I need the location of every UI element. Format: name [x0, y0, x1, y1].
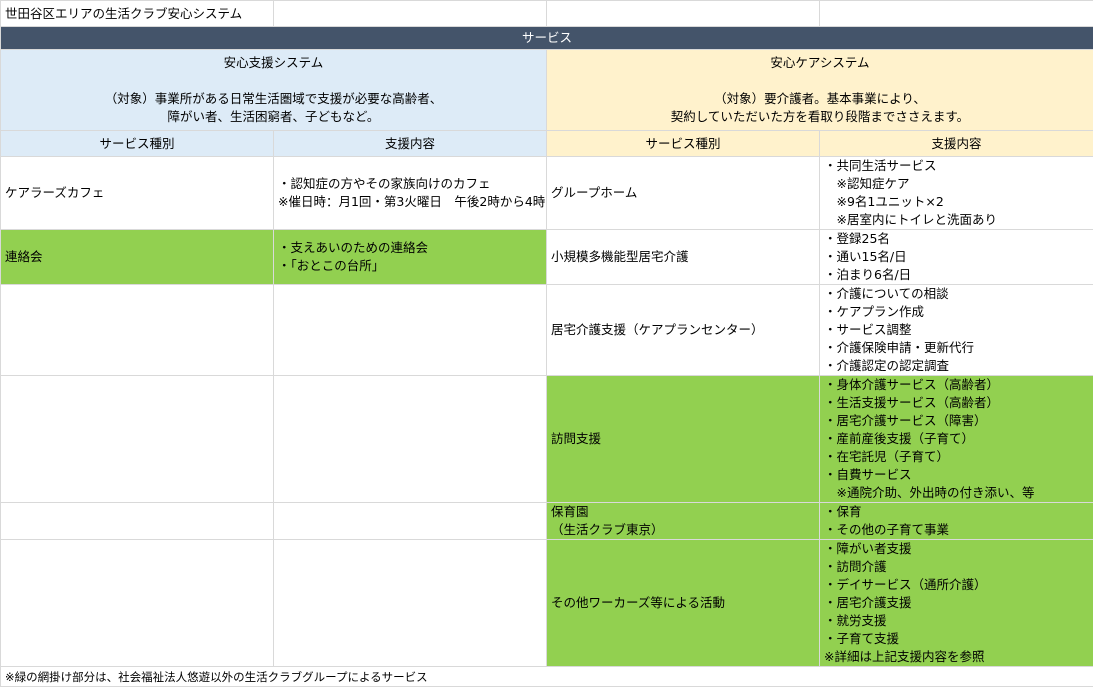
left-col-support-content[interactable]: 支援内容 [274, 131, 547, 157]
content-line: ・介護保険申請・更新代行 [824, 339, 1089, 357]
content-line: ・就労支援 [824, 612, 1089, 630]
content-line: ・居宅介護サービス（障害） [824, 412, 1089, 430]
nursery-line-2: （生活クラブ東京） [551, 521, 815, 539]
anshin-support-header[interactable]: 安心支援システム （対象）事業所がある日常生活圏域で支援が必要な高齢者、 障がい… [1, 50, 547, 131]
content-line: ・保育 [824, 503, 1089, 521]
table-row-left-type[interactable]: ケアラーズカフェ [1, 157, 274, 230]
table-row-right-content[interactable]: ・登録25名 ・通い15名/日 ・泊まり6名/日 [820, 230, 1093, 285]
empty-cell[interactable] [274, 1, 547, 27]
anshin-care-desc-1: （対象）要介護者。基本事業により、 [551, 90, 1089, 108]
empty-cell[interactable] [274, 503, 547, 540]
table-row-right-type[interactable]: その他ワーカーズ等による活動 [547, 540, 820, 667]
right-col-service-type[interactable]: サービス種別 [547, 131, 820, 157]
content-line: ・自費サービス [824, 466, 1089, 484]
empty-cell[interactable] [1, 285, 274, 376]
empty-cell[interactable] [274, 285, 547, 376]
content-line: ・その他の子育て事業 [824, 521, 1089, 539]
content-line: ・身体介護サービス（高齢者） [824, 376, 1089, 394]
empty-cell[interactable] [274, 540, 547, 667]
content-line: ・認知症の方やその家族向けのカフェ [278, 175, 542, 193]
content-line: ・産前産後支援（子育て） [824, 430, 1089, 448]
content-line: ・障がい者支援 [824, 540, 1089, 558]
content-line: ・居宅介護支援 [824, 594, 1089, 612]
content-line: ※居室内にトイレと洗面あり [824, 211, 1089, 229]
sheet-title[interactable]: 世田谷区エリアの生活クラブ安心システム [1, 1, 274, 27]
content-line: ・通い15名/日 [824, 248, 1089, 266]
services-banner[interactable]: サービス [1, 27, 1093, 50]
content-line: ・登録25名 [824, 230, 1089, 248]
empty-cell[interactable] [1, 503, 274, 540]
content-line: ※9名1ユニット×2 [824, 193, 1089, 211]
content-line: ・支えあいのための連絡会 [278, 239, 542, 257]
spreadsheet-grid: 世田谷区エリアの生活クラブ安心システム サービス 安心支援システム （対象）事業… [0, 0, 1093, 687]
content-line: ※通院介助、外出時の付き添い、等 [824, 484, 1089, 502]
content-line: ・共同生活サービス [824, 157, 1089, 175]
content-line: ・生活支援サービス（高齢者） [824, 394, 1089, 412]
content-line: ・在宅託児（子育て） [824, 448, 1089, 466]
anshin-care-header[interactable]: 安心ケアシステム （対象）要介護者。基本事業により、 契約していただいた方を看取… [547, 50, 1093, 131]
anshin-care-heading: 安心ケアシステム [551, 54, 1089, 72]
content-line: ・訪問介護 [824, 558, 1089, 576]
table-row-right-content[interactable]: ・保育 ・その他の子育て事業 [820, 503, 1093, 540]
empty-cell[interactable] [1, 540, 274, 667]
table-row-right-content[interactable]: ・障がい者支援 ・訪問介護 ・デイサービス（通所介護） ・居宅介護支援 ・就労支… [820, 540, 1093, 667]
content-line: ・ケアプラン作成 [824, 303, 1089, 321]
anshin-support-desc-1: （対象）事業所がある日常生活圏域で支援が必要な高齢者、 [5, 90, 542, 108]
table-row-right-content[interactable]: ・介護についての相談 ・ケアプラン作成 ・サービス調整 ・介護保険申請・更新代行… [820, 285, 1093, 376]
table-row-left-content[interactable]: ・支えあいのための連絡会 ・「おとこの台所」 [274, 230, 547, 285]
table-row-right-type[interactable]: 居宅介護支援（ケアプランセンター） [547, 285, 820, 376]
content-line: ・泊まり6名/日 [824, 266, 1089, 284]
anshin-support-desc-2: 障がい者、生活困窮者、子どもなど。 [5, 108, 542, 126]
empty-cell[interactable] [820, 1, 1093, 27]
empty-cell[interactable] [1, 376, 274, 503]
anshin-care-desc-2: 契約していただいた方を看取り段階までささえます。 [551, 108, 1089, 126]
left-col-service-type[interactable]: サービス種別 [1, 131, 274, 157]
table-row-right-type[interactable]: 訪問支援 [547, 376, 820, 503]
table-row-left-content[interactable]: ・認知症の方やその家族向けのカフェ ※催日時：月1回・第3火曜日 午後2時から4… [274, 157, 547, 230]
nursery-line-1: 保育園 [551, 503, 815, 521]
table-row-right-content[interactable]: ・身体介護サービス（高齢者） ・生活支援サービス（高齢者） ・居宅介護サービス（… [820, 376, 1093, 503]
table-row-right-content[interactable]: ・共同生活サービス ※認知症ケア ※9名1ユニット×2 ※居室内にトイレと洗面あ… [820, 157, 1093, 230]
table-row-right-type[interactable]: 小規模多機能型居宅介護 [547, 230, 820, 285]
anshin-support-heading: 安心支援システム [5, 54, 542, 72]
content-line: ※催日時：月1回・第3火曜日 午後2時から4時 [278, 193, 542, 211]
content-line: ※認知症ケア [824, 175, 1089, 193]
content-line: ・「おとこの台所」 [278, 257, 542, 275]
table-row-right-type[interactable]: 保育園 （生活クラブ東京） [547, 503, 820, 540]
footnote[interactable]: ※緑の網掛け部分は、社会福祉法人悠遊以外の生活クラブグループによるサービス [1, 667, 1093, 687]
content-line: ・子育て支援 [824, 630, 1089, 648]
content-line: ・介護認定の認定調査 [824, 357, 1089, 375]
content-line: ・デイサービス（通所介護） [824, 576, 1089, 594]
empty-cell[interactable] [547, 1, 820, 27]
content-line: ※詳細は上記支援内容を参照 [824, 648, 1089, 666]
table-row-left-type[interactable]: 連絡会 [1, 230, 274, 285]
right-col-support-content[interactable]: 支援内容 [820, 131, 1093, 157]
content-line: ・介護についての相談 [824, 285, 1089, 303]
table-row-right-type[interactable]: グループホーム [547, 157, 820, 230]
empty-cell[interactable] [274, 376, 547, 503]
content-line: ・サービス調整 [824, 321, 1089, 339]
